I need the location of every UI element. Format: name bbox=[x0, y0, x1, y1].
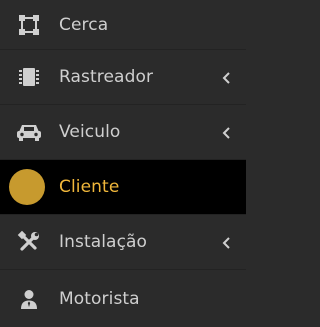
chevron-left-icon[interactable] bbox=[222, 125, 232, 139]
sidebar-item-label: Motorista bbox=[59, 288, 140, 309]
sidebar-item-instalacao[interactable]: Instalação bbox=[0, 215, 246, 270]
sidebar-item-label: Rastreador bbox=[59, 67, 154, 87]
user-icon bbox=[16, 286, 42, 312]
chip-icon bbox=[16, 64, 42, 90]
sidebar-item-label: Veiculo bbox=[59, 122, 121, 142]
sidebar-item-veiculo[interactable]: Veiculo bbox=[0, 105, 246, 160]
sidebar-item-rastreador[interactable]: Rastreador bbox=[0, 50, 246, 105]
sidebar-item-cliente[interactable]: Cliente bbox=[0, 160, 246, 215]
tools-icon bbox=[16, 229, 42, 255]
sidebar-item-motorista[interactable]: Motorista bbox=[0, 270, 246, 327]
sidebar-item-label: Cerca bbox=[59, 14, 109, 35]
sidebar-item-label: Cliente bbox=[59, 177, 120, 197]
sidebar-item-label: Instalação bbox=[59, 232, 148, 252]
sidebar-item-cerca[interactable]: Cerca bbox=[0, 0, 246, 50]
sidebar-menu: Cerca Rastreador Veiculo Cliente Instala… bbox=[0, 0, 246, 327]
avatar bbox=[9, 169, 45, 205]
car-icon bbox=[16, 119, 42, 145]
crop-square-icon bbox=[16, 12, 42, 38]
chevron-left-icon[interactable] bbox=[222, 235, 232, 249]
chevron-left-icon[interactable] bbox=[222, 70, 232, 84]
